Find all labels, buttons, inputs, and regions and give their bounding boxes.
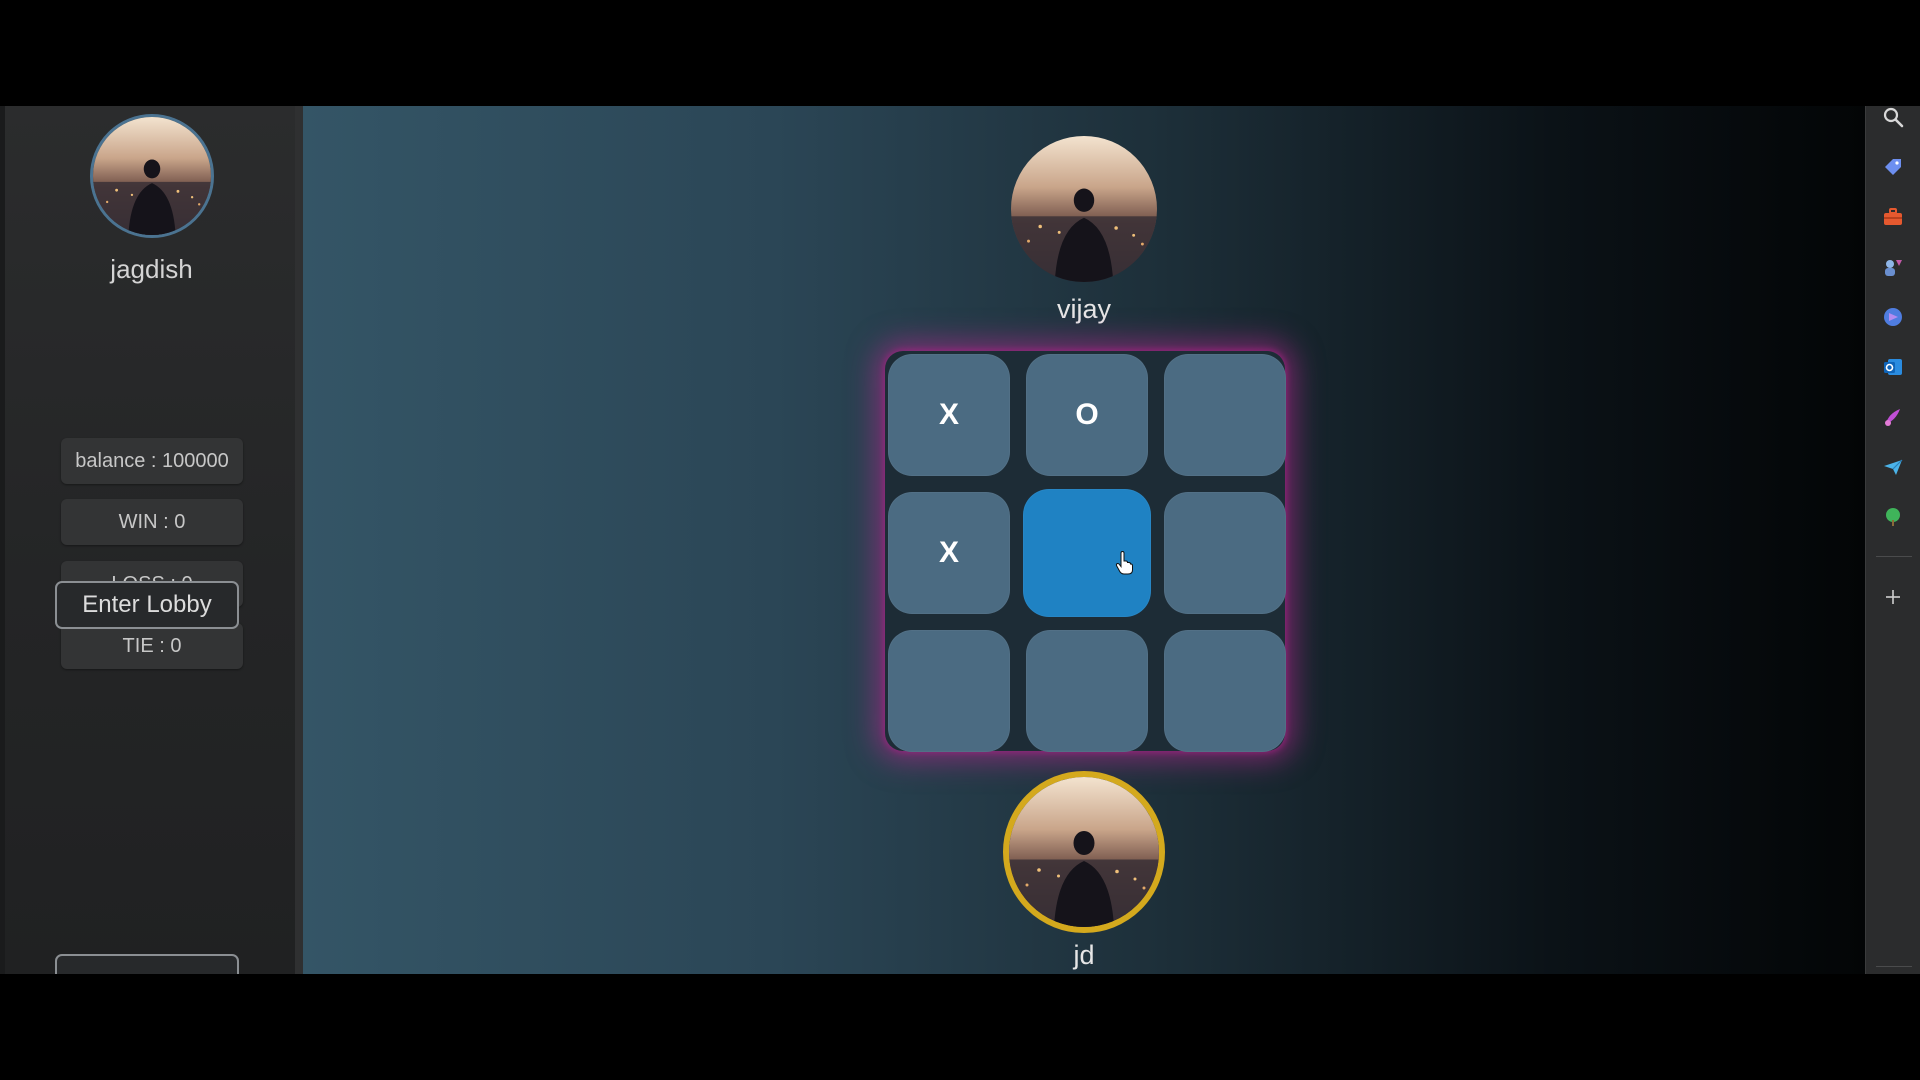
outlook-icon[interactable] [1882,356,1904,378]
briefcase-icon[interactable] [1882,206,1904,228]
player-name: jd [1073,940,1095,970]
designer-icon[interactable] [1882,406,1904,428]
avatar-image [1011,136,1157,282]
board-cell-8[interactable] [1026,630,1148,752]
balance-stat: balance : 100000 [61,438,243,484]
win-stat: WIN : 0 [61,499,243,545]
opponent-avatar [1011,136,1157,282]
sidebar-username: jagdish [110,254,193,284]
avatar-image [93,117,211,235]
board-cell-7[interactable] [888,630,1010,752]
game-board: X O X [885,351,1286,752]
board-cell-2[interactable]: O [1026,354,1148,476]
board-cell-6[interactable] [1164,492,1286,614]
tree-icon[interactable] [1882,506,1904,528]
toolbar-separator [1876,966,1912,967]
games-icon[interactable] [1882,256,1904,278]
logout-button[interactable] [55,954,239,974]
game-area: vijay X O X jd [303,106,1865,974]
browser-sidebar [1865,106,1920,974]
hand-cursor-icon [1115,551,1133,575]
board-cell-9[interactable] [1164,630,1286,752]
opponent-name: vijay [1056,294,1111,324]
tag-icon[interactable] [1882,156,1904,178]
add-icon[interactable] [1882,586,1904,608]
send-icon[interactable] [1882,456,1904,478]
player-avatar [1003,771,1165,933]
tie-stat: TIE : 0 [61,623,243,669]
sidebar: jagdish balance : 100000 WIN : 0 LOSS : … [0,106,308,974]
toolbar-separator [1876,556,1912,557]
board-cell-4[interactable]: X [888,492,1010,614]
avatar-image [1009,777,1159,927]
copilot-icon[interactable] [1882,306,1904,328]
board-cell-1[interactable]: X [888,354,1010,476]
board-cell-3[interactable] [1164,354,1286,476]
enter-lobby-button[interactable]: Enter Lobby [55,581,239,629]
app-window: jagdish balance : 100000 WIN : 0 LOSS : … [0,106,1920,974]
search-icon[interactable] [1882,106,1904,128]
user-avatar[interactable] [90,114,214,238]
